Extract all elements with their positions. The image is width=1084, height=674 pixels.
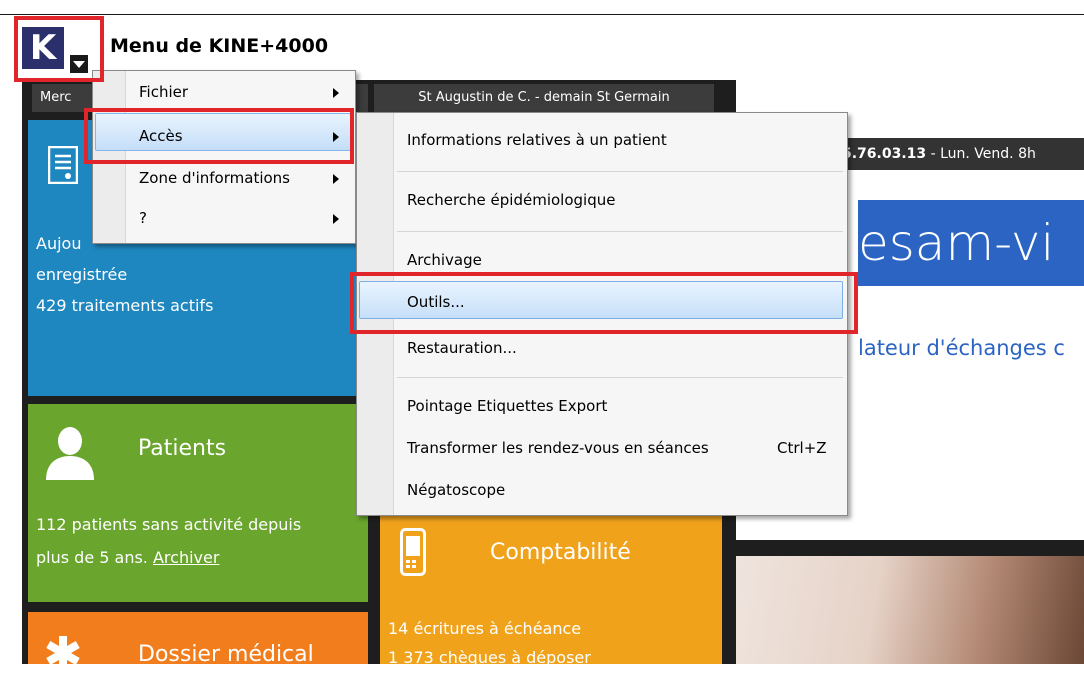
annotation-highlight — [350, 272, 858, 334]
menu-separator — [397, 171, 843, 172]
menu-shortcut: Ctrl+Z — [777, 439, 827, 457]
menu-item-negatoscope[interactable]: Négatoscope — [407, 481, 505, 499]
patients-info: 112 patients sans activité depuis plus d… — [36, 508, 301, 574]
appointments-info-line2: enregistrée — [36, 265, 128, 284]
annotation-highlight — [14, 16, 104, 82]
annotation-highlight — [84, 108, 354, 164]
menu-separator — [397, 377, 843, 378]
menu-item-pointage-export[interactable]: Pointage Etiquettes Export — [407, 397, 607, 415]
submenu-arrow-icon — [333, 174, 339, 184]
submenu-arrow-icon — [333, 214, 339, 224]
contact-hours: - Lun. Vend. 8h — [926, 146, 1036, 162]
day-header-right: St Augustin de C. - demain St Germain — [374, 84, 714, 112]
menu-item-fichier[interactable]: Fichier — [139, 83, 188, 101]
archive-link[interactable]: Archiver — [153, 548, 219, 567]
patients-tile-title: Patients — [138, 436, 227, 461]
medical-record-tile-title: Dossier médical — [138, 642, 314, 667]
document-icon — [47, 145, 79, 185]
appointments-info-line3: 429 traitements actifs — [36, 296, 214, 315]
menu-item-epidemiology[interactable]: Recherche épidémiologique — [407, 191, 615, 209]
menu-separator — [397, 231, 843, 232]
submenu-arrow-icon — [333, 88, 339, 98]
accounting-info-line2: 1 373 chèques à déposer — [388, 648, 591, 667]
photo-image — [736, 556, 1084, 664]
menu-item-zone-informations[interactable]: Zone d'informations — [139, 169, 290, 187]
patients-info-line1: 112 patients sans activité depuis — [36, 515, 302, 534]
app-title: Menu de KINE+4000 — [110, 35, 329, 57]
menu-item-patient-info[interactable]: Informations relatives à un patient — [407, 131, 667, 149]
menu-item-archivage[interactable]: Archivage — [407, 251, 482, 269]
contact-phone: 5.76.03.13 — [842, 146, 927, 162]
medical-record-tile[interactable]: Dossier médical — [28, 612, 368, 670]
sesam-vitale-subtitle: lateur d'échanges c — [858, 336, 1065, 360]
medical-star-icon — [46, 636, 80, 670]
menu-item-help[interactable]: ? — [139, 209, 147, 227]
accounting-tile[interactable]: Comptabilité 14 écritures à échéance 1 3… — [380, 510, 722, 667]
phone-icon — [400, 528, 426, 576]
sesam-vitale-banner[interactable]: esam-vi — [858, 200, 1084, 286]
patients-tile[interactable]: Patients 112 patients sans activité depu… — [28, 404, 368, 602]
accounting-info: 14 écritures à échéance 1 373 chèques à … — [388, 614, 591, 672]
person-icon — [44, 426, 96, 480]
title-bar: K Menu de KINE+4000 — [0, 14, 1084, 77]
menu-item-restauration[interactable]: Restauration... — [407, 339, 517, 357]
accounting-tile-title: Comptabilité — [490, 540, 631, 565]
menu-item-transform-appointments[interactable]: Transformer les rendez-vous en séances — [407, 439, 709, 457]
patients-info-line2: plus de 5 ans. — [36, 548, 148, 567]
accounting-info-line1: 14 écritures à échéance — [388, 619, 582, 638]
